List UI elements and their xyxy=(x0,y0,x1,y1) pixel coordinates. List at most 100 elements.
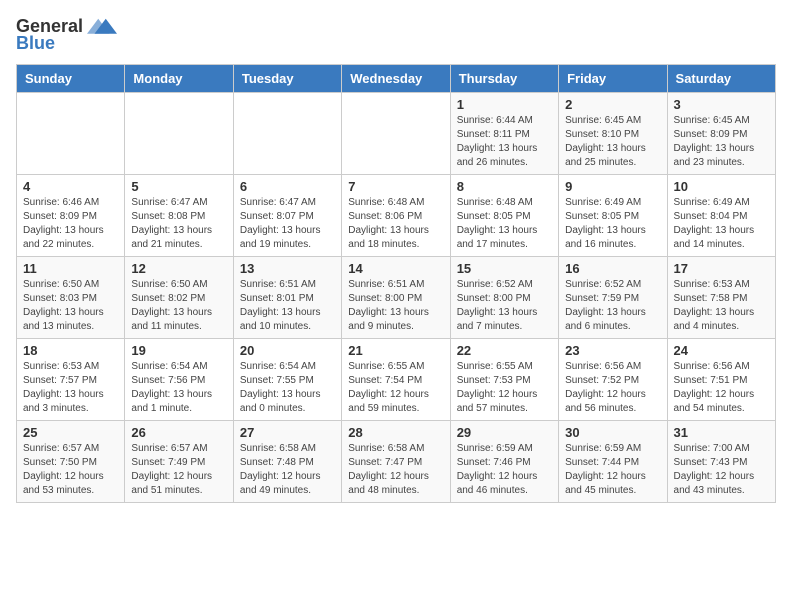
calendar-day-cell: 15 Sunrise: 6:52 AMSunset: 8:00 PMDayligh… xyxy=(450,257,558,339)
day-content: Sunrise: 6:55 AMSunset: 7:53 PMDaylight:… xyxy=(457,360,552,416)
calendar-day-cell: 19Sunrise: 6:54 AMSunset: 7:56 PMDayligh… xyxy=(125,339,233,421)
day-content: Sunrise: 6:53 AMSunset: 7:58 PMDaylight:… xyxy=(674,278,769,334)
day-content: Sunrise: 6:51 AMSunset: 8:01 PMDaylight:… xyxy=(240,278,335,334)
calendar-day-cell: 16 Sunrise: 6:52 AMSunset: 7:59 PMDayligh… xyxy=(559,257,667,339)
day-number: 6 xyxy=(240,179,335,194)
calendar-day-cell: 9 Sunrise: 6:49 AMSunset: 8:05 PMDaylight… xyxy=(559,175,667,257)
day-number: 28 xyxy=(348,425,443,440)
day-content: Sunrise: 6:48 AMSunset: 8:05 PMDaylight:… xyxy=(457,196,552,252)
day-content: Sunrise: 6:53 AMSunset: 7:57 PMDaylight:… xyxy=(23,360,118,416)
logo-icon xyxy=(87,17,117,37)
calendar-week-row: 18 Sunrise: 6:53 AMSunset: 7:57 PMDayligh… xyxy=(17,339,776,421)
day-content: Sunrise: 6:58 AMSunset: 7:48 PMDaylight:… xyxy=(240,442,335,498)
day-number: 11 xyxy=(23,261,118,276)
day-content: Sunrise: 6:50 AMSunset: 8:03 PMDaylight:… xyxy=(23,278,118,334)
calendar-week-row: 25 Sunrise: 6:57 AMSunset: 7:50 PMDayligh… xyxy=(17,421,776,503)
weekday-header: Sunday xyxy=(17,65,125,93)
weekday-header: Tuesday xyxy=(233,65,341,93)
calendar-header-row: SundayMondayTuesdayWednesdayThursdayFrid… xyxy=(17,65,776,93)
day-content: Sunrise: 7:00 AMSunset: 7:43 PMDaylight:… xyxy=(674,442,769,498)
weekday-header: Wednesday xyxy=(342,65,450,93)
day-content: Sunrise: 6:58 AMSunset: 7:47 PMDaylight:… xyxy=(348,442,443,498)
day-content: Sunrise: 6:50 AMSunset: 8:02 PMDaylight:… xyxy=(131,278,226,334)
day-content: Sunrise: 6:59 AMSunset: 7:44 PMDaylight:… xyxy=(565,442,660,498)
weekday-header: Friday xyxy=(559,65,667,93)
header: General Blue xyxy=(16,16,776,54)
day-content: Sunrise: 6:47 AMSunset: 8:07 PMDaylight:… xyxy=(240,196,335,252)
day-content: Sunrise: 6:52 AMSunset: 8:00 PMDaylight:… xyxy=(457,278,552,334)
calendar-day-cell: 1Sunrise: 6:44 AMSunset: 8:11 PMDaylight… xyxy=(450,93,558,175)
day-content: Sunrise: 6:45 AMSunset: 8:09 PMDaylight:… xyxy=(674,114,769,170)
day-content: Sunrise: 6:56 AMSunset: 7:52 PMDaylight:… xyxy=(565,360,660,416)
day-content: Sunrise: 6:49 AMSunset: 8:04 PMDaylight:… xyxy=(674,196,769,252)
day-number: 16 xyxy=(565,261,660,276)
calendar-day-cell: 23 Sunrise: 6:56 AMSunset: 7:52 PMDayligh… xyxy=(559,339,667,421)
day-number: 21 xyxy=(348,343,443,358)
day-number: 8 xyxy=(457,179,552,194)
day-number: 15 xyxy=(457,261,552,276)
day-number: 9 xyxy=(565,179,660,194)
calendar-day-cell: 30 Sunrise: 6:59 AMSunset: 7:44 PMDayligh… xyxy=(559,421,667,503)
day-content: Sunrise: 6:55 AMSunset: 7:54 PMDaylight:… xyxy=(348,360,443,416)
day-number: 17 xyxy=(674,261,769,276)
day-content: Sunrise: 6:57 AMSunset: 7:49 PMDaylight:… xyxy=(131,442,226,498)
calendar-day-cell: 11 Sunrise: 6:50 AMSunset: 8:03 PMDayligh… xyxy=(17,257,125,339)
day-number: 25 xyxy=(23,425,118,440)
calendar-day-cell: 4 Sunrise: 6:46 AMSunset: 8:09 PMDaylight… xyxy=(17,175,125,257)
day-number: 31 xyxy=(674,425,769,440)
day-number: 20 xyxy=(240,343,335,358)
calendar-day-cell xyxy=(17,93,125,175)
day-content: Sunrise: 6:57 AMSunset: 7:50 PMDaylight:… xyxy=(23,442,118,498)
calendar-day-cell: 17 Sunrise: 6:53 AMSunset: 7:58 PMDayligh… xyxy=(667,257,775,339)
calendar-day-cell: 25 Sunrise: 6:57 AMSunset: 7:50 PMDayligh… xyxy=(17,421,125,503)
day-number: 4 xyxy=(23,179,118,194)
calendar-day-cell: 8 Sunrise: 6:48 AMSunset: 8:05 PMDaylight… xyxy=(450,175,558,257)
calendar-day-cell: 28 Sunrise: 6:58 AMSunset: 7:47 PMDayligh… xyxy=(342,421,450,503)
logo: General Blue xyxy=(16,16,117,54)
day-content: Sunrise: 6:49 AMSunset: 8:05 PMDaylight:… xyxy=(565,196,660,252)
day-content: Sunrise: 6:56 AMSunset: 7:51 PMDaylight:… xyxy=(674,360,769,416)
calendar-day-cell: 22 Sunrise: 6:55 AMSunset: 7:53 PMDayligh… xyxy=(450,339,558,421)
calendar-day-cell: 14Sunrise: 6:51 AMSunset: 8:00 PMDayligh… xyxy=(342,257,450,339)
day-content: Sunrise: 6:52 AMSunset: 7:59 PMDaylight:… xyxy=(565,278,660,334)
day-number: 19 xyxy=(131,343,226,358)
day-number: 5 xyxy=(131,179,226,194)
calendar-day-cell: 21 Sunrise: 6:55 AMSunset: 7:54 PMDayligh… xyxy=(342,339,450,421)
calendar-day-cell: 5 Sunrise: 6:47 AMSunset: 8:08 PMDaylight… xyxy=(125,175,233,257)
day-number: 7 xyxy=(348,179,443,194)
day-number: 29 xyxy=(457,425,552,440)
day-content: Sunrise: 6:44 AMSunset: 8:11 PMDaylight:… xyxy=(457,114,552,170)
day-content: Sunrise: 6:46 AMSunset: 8:09 PMDaylight:… xyxy=(23,196,118,252)
day-number: 14 xyxy=(348,261,443,276)
day-number: 26 xyxy=(131,425,226,440)
calendar-day-cell: 20Sunrise: 6:54 AMSunset: 7:55 PMDayligh… xyxy=(233,339,341,421)
calendar-day-cell xyxy=(125,93,233,175)
day-number: 22 xyxy=(457,343,552,358)
weekday-header: Saturday xyxy=(667,65,775,93)
calendar-table: SundayMondayTuesdayWednesdayThursdayFrid… xyxy=(16,64,776,503)
day-number: 30 xyxy=(565,425,660,440)
day-number: 23 xyxy=(565,343,660,358)
calendar-day-cell: 3Sunrise: 6:45 AMSunset: 8:09 PMDaylight… xyxy=(667,93,775,175)
calendar-day-cell: 27Sunrise: 6:58 AMSunset: 7:48 PMDayligh… xyxy=(233,421,341,503)
calendar-day-cell: 29Sunrise: 6:59 AMSunset: 7:46 PMDayligh… xyxy=(450,421,558,503)
calendar-week-row: 4 Sunrise: 6:46 AMSunset: 8:09 PMDaylight… xyxy=(17,175,776,257)
calendar-day-cell: 6 Sunrise: 6:47 AMSunset: 8:07 PMDaylight… xyxy=(233,175,341,257)
logo-blue: Blue xyxy=(16,33,55,54)
calendar-day-cell xyxy=(342,93,450,175)
calendar-day-cell: 10 Sunrise: 6:49 AMSunset: 8:04 PMDayligh… xyxy=(667,175,775,257)
calendar-day-cell: 18 Sunrise: 6:53 AMSunset: 7:57 PMDayligh… xyxy=(17,339,125,421)
day-number: 10 xyxy=(674,179,769,194)
day-number: 24 xyxy=(674,343,769,358)
day-number: 2 xyxy=(565,97,660,112)
day-content: Sunrise: 6:47 AMSunset: 8:08 PMDaylight:… xyxy=(131,196,226,252)
calendar-day-cell: 26 Sunrise: 6:57 AMSunset: 7:49 PMDayligh… xyxy=(125,421,233,503)
day-number: 18 xyxy=(23,343,118,358)
calendar-week-row: 1Sunrise: 6:44 AMSunset: 8:11 PMDaylight… xyxy=(17,93,776,175)
day-content: Sunrise: 6:48 AMSunset: 8:06 PMDaylight:… xyxy=(348,196,443,252)
calendar-week-row: 11 Sunrise: 6:50 AMSunset: 8:03 PMDayligh… xyxy=(17,257,776,339)
calendar-day-cell: 13Sunrise: 6:51 AMSunset: 8:01 PMDayligh… xyxy=(233,257,341,339)
calendar-day-cell: 24 Sunrise: 6:56 AMSunset: 7:51 PMDayligh… xyxy=(667,339,775,421)
calendar-day-cell: 2Sunrise: 6:45 AMSunset: 8:10 PMDaylight… xyxy=(559,93,667,175)
calendar-day-cell: 12Sunrise: 6:50 AMSunset: 8:02 PMDayligh… xyxy=(125,257,233,339)
